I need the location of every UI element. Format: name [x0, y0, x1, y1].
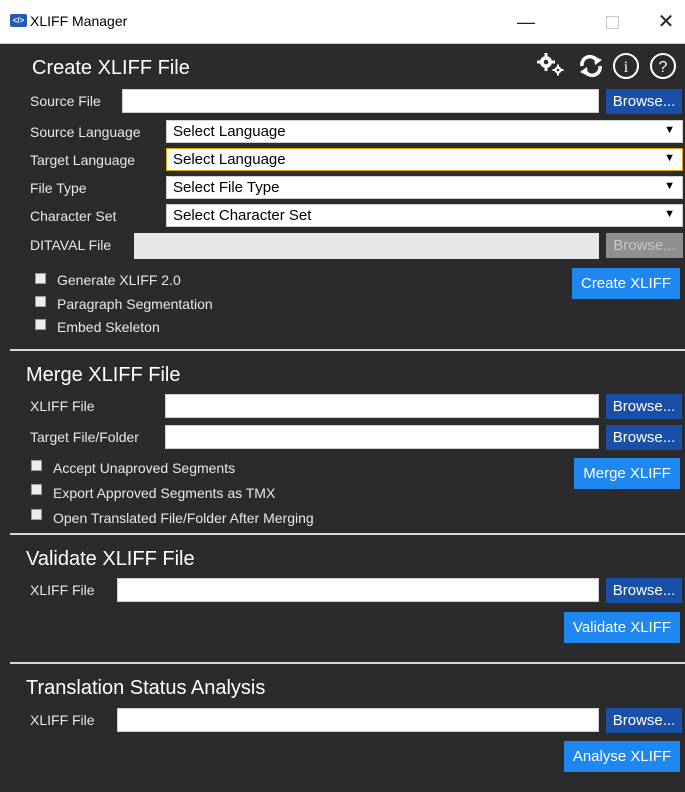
chevron-down-icon: ▼: [664, 208, 675, 220]
info-glyph: i: [624, 59, 629, 76]
embed-skeleton-checkbox[interactable]: [35, 319, 46, 330]
validate-browse-button[interactable]: Browse...: [606, 578, 682, 603]
export-tmx-checkbox[interactable]: [31, 484, 42, 495]
target-folder-label: Target File/Folder: [30, 429, 139, 445]
source-file-label: Source File: [30, 93, 101, 109]
settings-icon[interactable]: [536, 52, 568, 76]
target-folder-browse-button[interactable]: Browse...: [606, 425, 682, 450]
help-glyph: ?: [659, 59, 668, 76]
file-type-label: File Type: [30, 180, 87, 196]
charset-label: Character Set: [30, 208, 117, 224]
open-after-merge-checkbox[interactable]: [31, 509, 42, 520]
section-divider: [10, 349, 685, 351]
close-button[interactable]: ✕: [646, 8, 685, 36]
source-browse-button[interactable]: Browse...: [606, 89, 682, 114]
charset-value: Select Character Set: [173, 207, 312, 224]
refresh-icon[interactable]: [578, 54, 604, 78]
source-language-label: Source Language: [30, 124, 141, 140]
section-divider: [10, 533, 685, 535]
embed-skeleton-label: Embed Skeleton: [57, 319, 160, 335]
validate-xliff-button[interactable]: Validate XLIFF: [564, 612, 680, 643]
maximize-icon: [605, 16, 619, 29]
xliff-manager-window: </> XLIFF Manager — ✕ i ? Create XLIFF F…: [0, 0, 685, 792]
info-icon[interactable]: i: [612, 52, 640, 80]
analysis-xliff-input[interactable]: [117, 708, 599, 732]
create-section-title: Create XLIFF File: [32, 57, 190, 79]
maximize-button[interactable]: [592, 8, 632, 36]
source-file-input[interactable]: [122, 89, 599, 113]
chevron-down-icon: ▼: [664, 180, 675, 192]
generate-xliff2-checkbox[interactable]: [35, 273, 46, 284]
analyse-xliff-button[interactable]: Analyse XLIFF: [564, 741, 680, 772]
open-after-merge-label: Open Translated File/Folder After Mergin…: [53, 510, 314, 526]
create-xliff-button[interactable]: Create XLIFF: [572, 268, 680, 299]
analysis-section-title: Translation Status Analysis: [26, 677, 266, 699]
target-folder-input[interactable]: [165, 425, 599, 449]
analysis-xliff-label: XLIFF File: [30, 712, 95, 728]
merge-xliff-label: XLIFF File: [30, 398, 95, 414]
paragraph-segmentation-label: Paragraph Segmentation: [57, 296, 213, 312]
target-language-label: Target Language: [30, 152, 136, 168]
merge-xliff-browse-button[interactable]: Browse...: [606, 394, 682, 419]
validate-xliff-label: XLIFF File: [30, 582, 95, 598]
validate-xliff-input[interactable]: [117, 578, 599, 602]
generate-xliff2-label: Generate XLIFF 2.0: [57, 272, 181, 288]
file-type-value: Select File Type: [173, 179, 280, 196]
paragraph-segmentation-checkbox[interactable]: [35, 296, 46, 307]
target-language-select[interactable]: Select Language ▼: [166, 148, 683, 171]
analysis-browse-button[interactable]: Browse...: [606, 708, 682, 733]
source-language-value: Select Language: [173, 123, 286, 140]
ditaval-input: [134, 233, 599, 259]
section-divider: [10, 662, 685, 664]
merge-section-title: Merge XLIFF File: [26, 364, 181, 386]
window-title: XLIFF Manager: [30, 13, 128, 29]
app-icon: </>: [10, 14, 27, 27]
merge-xliff-input[interactable]: [165, 394, 599, 418]
export-tmx-label: Export Approved Segments as TMX: [53, 485, 276, 501]
ditaval-browse-button: Browse...: [606, 233, 683, 258]
target-language-value: Select Language: [173, 151, 286, 168]
help-icon[interactable]: ?: [649, 52, 677, 80]
file-type-select[interactable]: Select File Type ▼: [166, 176, 683, 199]
validate-section-title: Validate XLIFF File: [26, 548, 195, 570]
charset-select[interactable]: Select Character Set ▼: [166, 204, 683, 227]
ditaval-label: DITAVAL File: [30, 237, 112, 253]
accept-unapproved-checkbox[interactable]: [31, 460, 42, 471]
title-bar: </> XLIFF Manager — ✕: [0, 0, 685, 44]
minimize-button[interactable]: —: [506, 8, 546, 36]
accept-unapproved-label: Accept Unaproved Segments: [53, 460, 236, 476]
chevron-down-icon: ▼: [664, 124, 675, 136]
chevron-down-icon: ▼: [664, 152, 675, 164]
merge-xliff-button[interactable]: Merge XLIFF: [574, 458, 680, 489]
source-language-select[interactable]: Select Language ▼: [166, 120, 683, 143]
